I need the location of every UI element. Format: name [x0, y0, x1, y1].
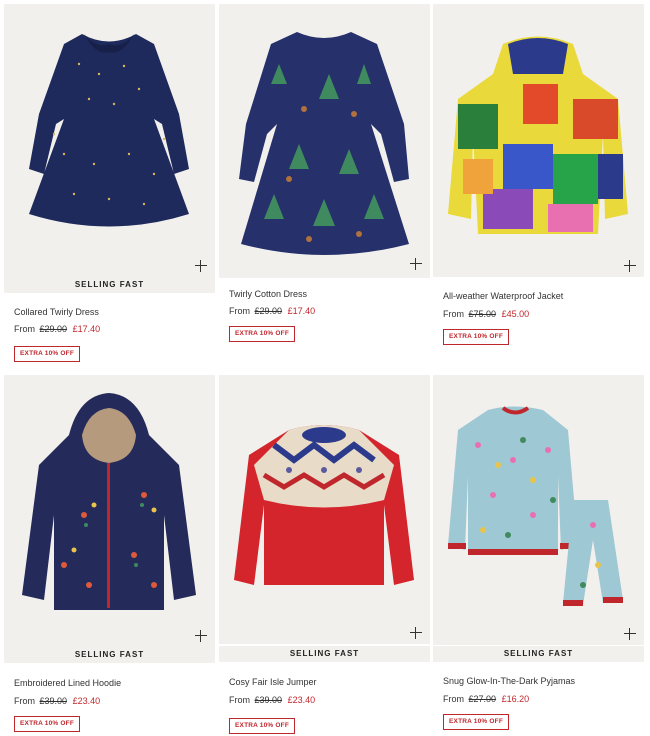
selling-fast-badge: SELLING FAST	[4, 277, 215, 293]
product-image[interactable]	[219, 375, 430, 644]
original-price: £39.00	[254, 695, 283, 705]
product-card[interactable]: SELLING FAST Embroidered Lined Hoodie Fr…	[4, 375, 215, 735]
price-from-label: From	[14, 324, 35, 334]
dress-image	[239, 32, 409, 255]
original-price: £29.00	[39, 324, 68, 334]
sale-price: £17.40	[72, 324, 101, 334]
product-name[interactable]: Collared Twirly Dress	[14, 307, 99, 317]
jacket-image	[448, 36, 628, 234]
sale-price: £45.00	[501, 309, 530, 319]
product-card[interactable]: Twirly Cotton Dress From £29.00 £17.40 E…	[219, 4, 430, 364]
product-price: From £39.00 £23.40	[229, 695, 315, 705]
plus-icon[interactable]	[624, 628, 636, 640]
product-price: From £75.00 £45.00	[443, 309, 529, 319]
sale-price: £16.20	[501, 694, 530, 704]
product-image[interactable]	[433, 375, 644, 645]
original-price: £39.00	[39, 696, 68, 706]
product-card[interactable]: SELLING FAST Snug Glow-In-The-Dark Pyjam…	[433, 375, 644, 735]
product-image[interactable]	[4, 375, 215, 647]
product-name[interactable]: All-weather Waterproof Jacket	[443, 291, 563, 301]
sale-price: £17.40	[287, 306, 316, 316]
price-from-label: From	[443, 694, 464, 704]
product-image[interactable]	[4, 4, 215, 277]
selling-fast-badge: SELLING FAST	[433, 646, 644, 662]
product-price: From £27.00 £16.20	[443, 694, 529, 704]
product-price: From £29.00 £17.40	[229, 306, 315, 316]
original-price: £29.00	[254, 306, 283, 316]
product-price: From £29.00 £17.40	[14, 324, 100, 334]
promo-badge: EXTRA 10% OFF	[443, 329, 510, 345]
product-name[interactable]: Embroidered Lined Hoodie	[14, 678, 121, 688]
plus-icon[interactable]	[410, 627, 422, 639]
product-card[interactable]: SELLING FAST Collared Twirly Dress From …	[4, 4, 215, 364]
product-name[interactable]: Twirly Cotton Dress	[229, 289, 307, 299]
dress-image	[29, 34, 189, 227]
original-price: £27.00	[468, 694, 497, 704]
product-name[interactable]: Snug Glow-In-The-Dark Pyjamas	[443, 676, 575, 686]
promo-badge: EXTRA 10% OFF	[229, 718, 296, 734]
plus-icon[interactable]	[195, 630, 207, 642]
price-from-label: From	[14, 696, 35, 706]
product-card[interactable]: All-weather Waterproof Jacket From £75.0…	[433, 4, 644, 364]
promo-badge: EXTRA 10% OFF	[229, 326, 296, 342]
pyjamas-image	[448, 406, 623, 606]
product-price: From £39.00 £23.40	[14, 696, 100, 706]
promo-badge: EXTRA 10% OFF	[14, 716, 81, 732]
product-image[interactable]	[433, 4, 644, 277]
promo-badge: EXTRA 10% OFF	[14, 346, 81, 362]
plus-icon[interactable]	[410, 258, 422, 270]
price-from-label: From	[443, 309, 464, 319]
promo-badge: EXTRA 10% OFF	[443, 714, 510, 730]
price-from-label: From	[229, 306, 250, 316]
selling-fast-badge: SELLING FAST	[4, 647, 215, 663]
selling-fast-badge: SELLING FAST	[219, 646, 430, 662]
hoodie-image	[22, 393, 196, 610]
plus-icon[interactable]	[195, 260, 207, 272]
sale-price: £23.40	[287, 695, 316, 705]
original-price: £75.00	[468, 309, 497, 319]
price-from-label: From	[229, 695, 250, 705]
plus-icon[interactable]	[624, 260, 636, 272]
product-card[interactable]: SELLING FAST Cosy Fair Isle Jumper From …	[219, 375, 430, 735]
jumper-image	[234, 425, 414, 585]
product-name[interactable]: Cosy Fair Isle Jumper	[229, 677, 317, 687]
sale-price: £23.40	[72, 696, 101, 706]
product-image[interactable]	[219, 4, 430, 278]
